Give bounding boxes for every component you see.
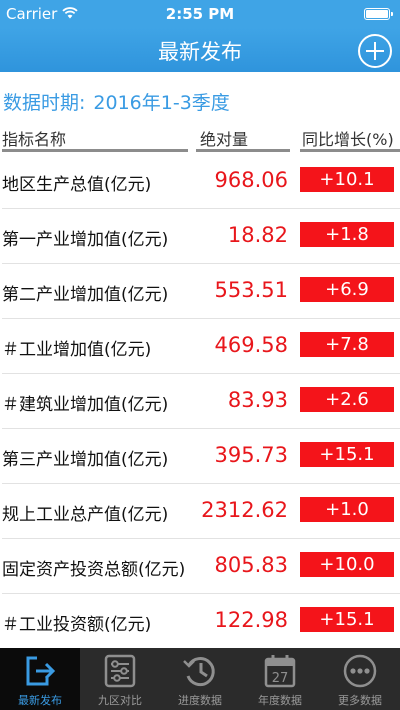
indicator-name: 第一产业增加值(亿元): [2, 230, 169, 250]
indicator-name: 地区生产总值(亿元): [2, 175, 152, 195]
tab-more-data[interactable]: 更多数据: [320, 648, 400, 710]
calendar-icon: 27: [264, 655, 296, 688]
header-absolute-value: 绝对量: [196, 126, 290, 152]
yoy-badge: +2.6: [300, 387, 394, 412]
table-row[interactable]: 第二产业增加值(亿元) 553.51 +6.9: [0, 264, 400, 319]
tab-district-compare[interactable]: 九区对比: [80, 648, 160, 710]
data-period: 数据时期: 2016年1-3季度: [3, 88, 230, 115]
header-indicator-name: 指标名称: [2, 126, 188, 152]
tab-label: 最新发布: [18, 694, 62, 707]
tab-latest-release[interactable]: 最新发布: [0, 648, 80, 710]
status-bar: Carrier 2:55 PM: [0, 0, 400, 28]
table-header: 指标名称 绝对量 同比增长(%): [0, 126, 400, 152]
period-value: 2016年1-3季度: [93, 92, 230, 114]
calendar-day-number: 27: [272, 671, 289, 686]
yoy-badge: +1.0: [300, 497, 394, 522]
battery-icon: [364, 8, 393, 20]
period-label: 数据时期:: [3, 92, 86, 114]
indicator-value: 805.83: [214, 553, 288, 577]
yoy-badge: +1.8: [300, 222, 394, 247]
table-row[interactable]: 第一产业增加值(亿元) 18.82 +1.8: [0, 209, 400, 264]
table-row[interactable]: ＃工业投资额(亿元) 122.98 +15.1: [0, 594, 400, 649]
yoy-badge: +6.9: [300, 277, 394, 302]
table-row[interactable]: 地区生产总值(亿元) 968.06 +10.1: [0, 154, 400, 209]
export-icon: [26, 656, 56, 686]
indicator-name: ＃工业增加值(亿元): [2, 340, 152, 360]
indicator-value: 2312.62: [201, 498, 288, 522]
add-button[interactable]: [358, 34, 392, 68]
more-icon: [343, 654, 377, 688]
yoy-badge: +7.8: [300, 332, 394, 357]
indicator-value: 83.93: [227, 388, 288, 412]
indicator-name: ＃工业投资额(亿元): [2, 615, 152, 635]
status-time: 2:55 PM: [165, 5, 235, 23]
history-clock-icon: [183, 657, 215, 687]
table-row[interactable]: 规上工业总产值(亿元) 2312.62 +1.0: [0, 484, 400, 539]
tab-label: 更多数据: [338, 694, 382, 707]
table-row[interactable]: ＃工业增加值(亿元) 469.58 +7.8: [0, 319, 400, 374]
tab-label: 年度数据: [258, 694, 302, 707]
indicator-value: 122.98: [214, 608, 288, 632]
indicator-name: 第二产业增加值(亿元): [2, 285, 169, 305]
yoy-badge: +15.1: [300, 607, 394, 632]
sliders-icon: [104, 654, 136, 688]
table-row[interactable]: 固定资产投资总额(亿元) 805.83 +10.0: [0, 539, 400, 594]
indicator-name: 固定资产投资总额(亿元): [2, 560, 186, 580]
indicator-value: 469.58: [214, 333, 288, 357]
tab-annual-data[interactable]: 27 年度数据: [240, 648, 320, 710]
tab-label: 九区对比: [98, 694, 142, 707]
table-row[interactable]: ＃建筑业增加值(亿元) 83.93 +2.6: [0, 374, 400, 429]
indicator-list: 地区生产总值(亿元) 968.06 +10.1 第一产业增加值(亿元) 18.8…: [0, 154, 400, 649]
tab-bar: 最新发布 九区对比 进度数据 27 年度数据 更多数据: [0, 648, 400, 710]
page-title: 最新发布: [158, 40, 242, 64]
yoy-badge: +10.0: [300, 552, 394, 577]
indicator-value: 968.06: [214, 168, 288, 192]
indicator-value: 18.82: [227, 223, 288, 247]
yoy-badge: +15.1: [300, 442, 394, 467]
indicator-name: ＃建筑业增加值(亿元): [2, 395, 169, 415]
indicator-name: 规上工业总产值(亿元): [2, 505, 169, 525]
indicator-name: 第三产业增加值(亿元): [2, 450, 169, 470]
indicator-value: 395.73: [214, 443, 288, 467]
tab-progress-data[interactable]: 进度数据: [160, 648, 240, 710]
nav-bar: 最新发布: [0, 28, 400, 72]
tab-label: 进度数据: [178, 694, 222, 707]
indicator-value: 553.51: [214, 278, 288, 302]
table-row[interactable]: 第三产业增加值(亿元) 395.73 +15.1: [0, 429, 400, 484]
header-yoy-growth: 同比增长(%): [300, 126, 400, 152]
yoy-badge: +10.1: [300, 167, 394, 192]
